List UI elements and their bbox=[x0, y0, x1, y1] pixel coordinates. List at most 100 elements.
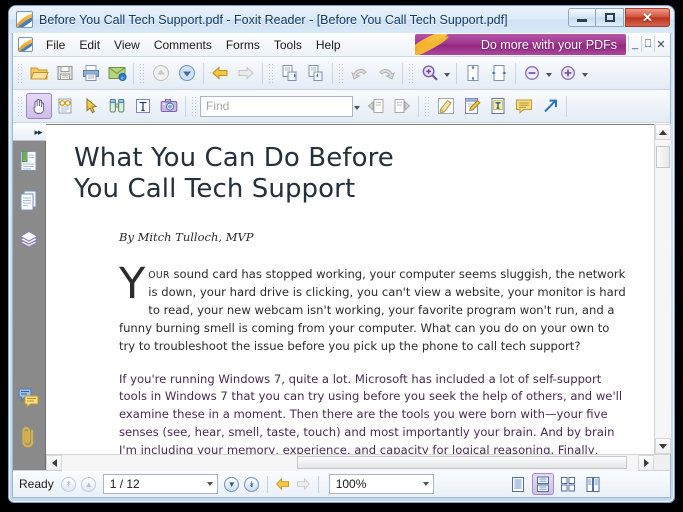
hand-tool-button[interactable] bbox=[26, 93, 52, 119]
print-button[interactable] bbox=[78, 60, 104, 86]
zoom-dropdown-caret[interactable] bbox=[444, 72, 450, 77]
fit-width-button[interactable] bbox=[486, 60, 512, 86]
toolbar-separator bbox=[418, 95, 419, 117]
zoom-in-button[interactable] bbox=[555, 60, 581, 86]
promo-banner[interactable]: Do more with your PDFs bbox=[415, 34, 626, 55]
page-dropdown-caret[interactable] bbox=[206, 482, 213, 486]
link-button[interactable] bbox=[537, 93, 563, 119]
facing-view-button[interactable] bbox=[557, 473, 579, 495]
reading-mode-button[interactable] bbox=[52, 93, 78, 119]
status-separator bbox=[266, 475, 268, 493]
sidebar-expand-button[interactable]: ▸▸ bbox=[12, 124, 46, 141]
toolbar-separator bbox=[515, 62, 516, 84]
fit-page-icon bbox=[467, 65, 479, 81]
zoom-out-button[interactable] bbox=[519, 60, 545, 86]
email-button[interactable]: e bbox=[104, 60, 130, 86]
toolbar-grip[interactable] bbox=[17, 62, 24, 84]
highlight-button[interactable] bbox=[433, 93, 459, 119]
zoom-in-dropdown-caret[interactable] bbox=[582, 72, 588, 77]
scroll-right-button[interactable] bbox=[638, 454, 654, 471]
menu-bar: File Edit View Comments Forms Tools Help… bbox=[13, 33, 670, 57]
fit-page-button[interactable] bbox=[460, 60, 486, 86]
single-page-view-button[interactable] bbox=[507, 473, 529, 495]
redo-button[interactable] bbox=[373, 60, 399, 86]
sidebar-item-pages[interactable] bbox=[13, 181, 46, 221]
scroll-left-button[interactable] bbox=[46, 454, 62, 471]
open-file-button[interactable] bbox=[26, 60, 52, 86]
horizontal-scrollbar[interactable] bbox=[46, 454, 670, 471]
scroll-down-button[interactable] bbox=[654, 438, 671, 454]
select-annotation-button[interactable] bbox=[78, 93, 104, 119]
scroll-up-button[interactable] bbox=[654, 124, 671, 140]
title-bar: Before You Call Tech Support.pdf - Foxit… bbox=[9, 6, 674, 33]
menu-edit[interactable]: Edit bbox=[72, 35, 107, 55]
find-dropdown-caret[interactable] bbox=[354, 105, 360, 110]
save-button[interactable] bbox=[52, 60, 78, 86]
next-page-icon: ▼ bbox=[224, 476, 240, 492]
next-view-status-button[interactable] bbox=[294, 475, 312, 493]
previous-view-status-button[interactable] bbox=[274, 475, 292, 493]
mdi-restore-button[interactable]: ⎕ bbox=[641, 36, 654, 52]
toolbar-grip[interactable] bbox=[424, 95, 431, 117]
toolbar-grip[interactable] bbox=[408, 62, 415, 84]
select-text-button[interactable] bbox=[130, 93, 156, 119]
arrow-cursor-icon bbox=[86, 97, 98, 114]
typewriter-button[interactable] bbox=[485, 93, 511, 119]
horizontal-scroll-track[interactable] bbox=[62, 454, 638, 471]
menu-file[interactable]: File bbox=[39, 35, 72, 55]
menu-forms[interactable]: Forms bbox=[219, 35, 267, 55]
sidebar-item-layers[interactable] bbox=[13, 221, 46, 261]
next-page-status-button[interactable]: ▼ bbox=[223, 475, 241, 493]
zoom-out-circle-icon bbox=[525, 66, 539, 80]
sidebar-item-comments[interactable] bbox=[13, 378, 46, 418]
navigation-sidebar: ▸▸ bbox=[12, 124, 46, 470]
marquee-zoom-button[interactable] bbox=[417, 60, 443, 86]
vertical-scroll-thumb[interactable] bbox=[655, 146, 670, 168]
close-button[interactable]: ✕ bbox=[625, 8, 670, 27]
pencil-button[interactable] bbox=[459, 93, 485, 119]
first-page-button[interactable] bbox=[277, 60, 303, 86]
minimize-button[interactable] bbox=[568, 8, 596, 27]
note-button[interactable] bbox=[511, 93, 537, 119]
find-previous-button[interactable] bbox=[363, 93, 389, 119]
sidebar-item-attachments[interactable] bbox=[13, 418, 46, 458]
down-arrow-circle-icon bbox=[179, 65, 195, 81]
zoom-out-dropdown-caret[interactable] bbox=[546, 72, 552, 77]
sidebar-item-bookmarks[interactable] bbox=[13, 141, 46, 181]
continuous-facing-view-button[interactable] bbox=[582, 473, 604, 495]
next-view-button[interactable] bbox=[233, 60, 259, 86]
menu-view[interactable]: View bbox=[107, 35, 147, 55]
horizontal-scroll-thumb[interactable] bbox=[297, 455, 627, 469]
first-page-status-button[interactable]: ↟ bbox=[60, 475, 78, 493]
menu-tools[interactable]: Tools bbox=[267, 35, 309, 55]
zoom-level-input[interactable]: 100% bbox=[328, 474, 434, 494]
toolbar-grip[interactable] bbox=[268, 62, 275, 84]
menu-help[interactable]: Help bbox=[309, 35, 348, 55]
page-number-input[interactable]: 1 / 12 bbox=[102, 474, 218, 494]
document-menu-icon[interactable] bbox=[18, 37, 33, 52]
zoom-dropdown-caret[interactable] bbox=[422, 482, 429, 486]
last-page-button[interactable] bbox=[303, 60, 329, 86]
toolbar-grip[interactable] bbox=[191, 95, 198, 117]
continuous-view-button[interactable] bbox=[532, 473, 554, 495]
vertical-scrollbar[interactable] bbox=[654, 124, 671, 454]
vertical-scroll-track[interactable] bbox=[654, 140, 671, 438]
mdi-minimize-button[interactable]: _ bbox=[628, 36, 641, 52]
zoom-tool-button[interactable] bbox=[104, 93, 130, 119]
search-input[interactable]: Find bbox=[200, 95, 353, 117]
previous-page-status-button[interactable]: ▲ bbox=[80, 475, 98, 493]
menu-comments[interactable]: Comments bbox=[147, 35, 219, 55]
next-page-button[interactable] bbox=[174, 60, 200, 86]
previous-page-button[interactable] bbox=[148, 60, 174, 86]
toolbar-grip[interactable] bbox=[338, 62, 345, 84]
find-next-button[interactable] bbox=[389, 93, 415, 119]
previous-view-button[interactable] bbox=[207, 60, 233, 86]
last-page-status-button[interactable]: ↡ bbox=[243, 475, 261, 493]
snapshot-button[interactable] bbox=[156, 93, 182, 119]
undo-button[interactable] bbox=[347, 60, 373, 86]
typewriter-icon bbox=[491, 98, 505, 114]
toolbar-grip[interactable] bbox=[17, 95, 24, 117]
toolbar-grip[interactable] bbox=[139, 62, 146, 84]
maximize-button[interactable] bbox=[596, 8, 624, 27]
mdi-close-button[interactable]: ✕ bbox=[654, 36, 667, 52]
